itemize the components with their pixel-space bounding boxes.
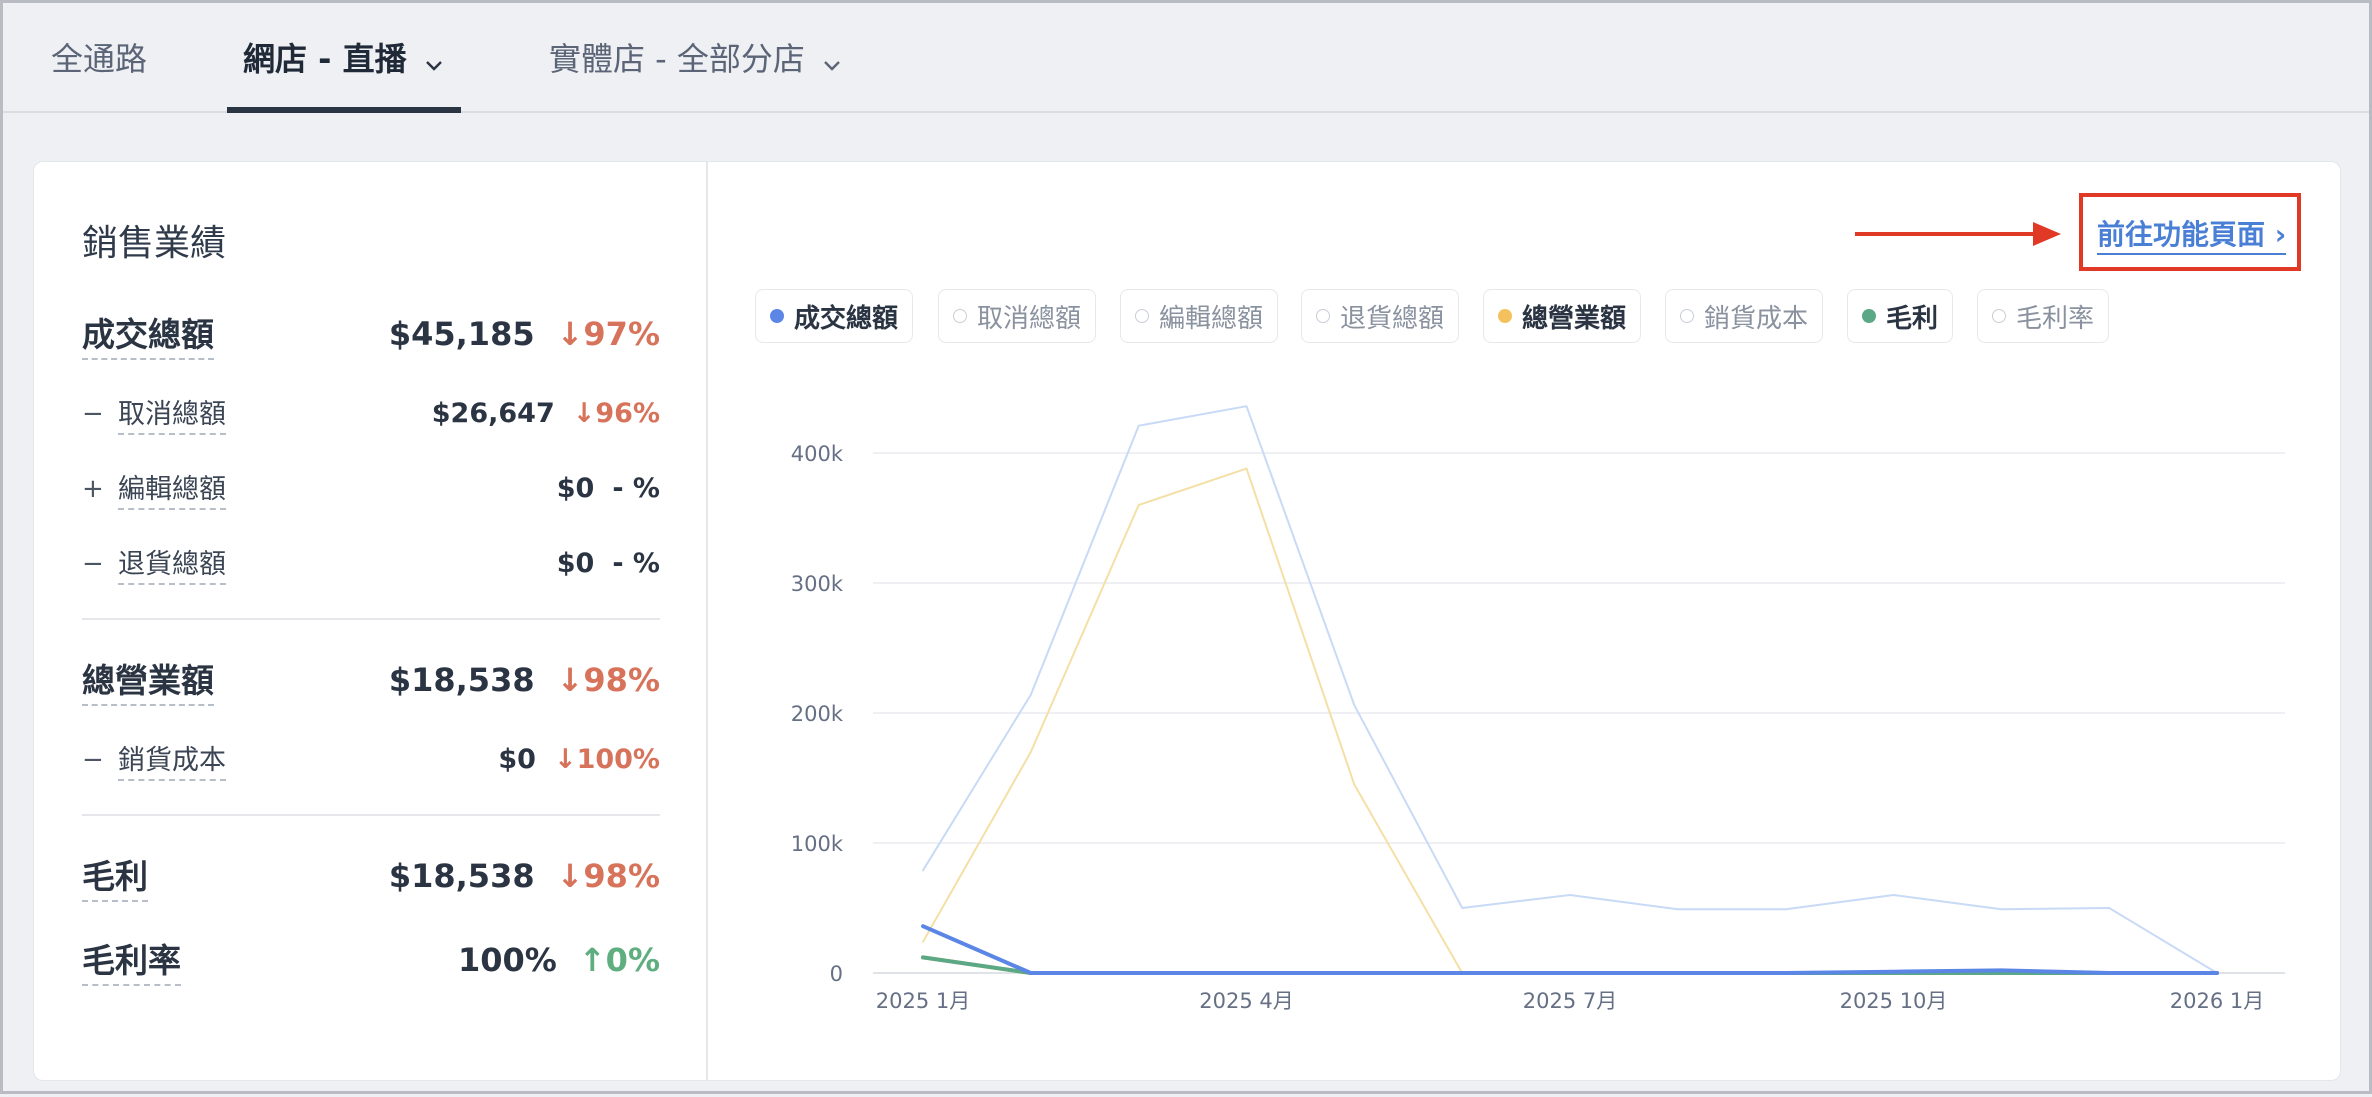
minus-sign: − <box>82 548 104 579</box>
legend-chip-gross-margin[interactable]: 毛利率 <box>1977 289 2110 343</box>
minus-sign: − <box>82 744 104 775</box>
metric-label[interactable]: 取消總額 <box>118 392 226 435</box>
legend-chip-cost-of-goods[interactable]: 銷貨成本 <box>1665 289 1824 343</box>
tab-physical-store-all-branches[interactable]: 實體店 - 全部分店 <box>549 3 843 111</box>
legend-dot-icon <box>1862 309 1876 323</box>
legend-chip-cancelled[interactable]: 取消總額 <box>938 289 1097 343</box>
tab-label: 網店 - 直播 <box>243 40 407 78</box>
legend-chip-gross-sales[interactable]: 成交總額 <box>755 289 914 343</box>
metric-change: ↓98% <box>556 857 660 895</box>
legend-chip-returns[interactable]: 退貨總額 <box>1301 289 1460 343</box>
metric-value: $18,538 <box>388 661 535 699</box>
legend-dot-icon <box>1992 309 2006 323</box>
metric-row-returns: − 退貨總額 $0 - % <box>82 542 660 585</box>
minus-sign: − <box>82 398 104 429</box>
metric-value: $18,538 <box>388 857 535 895</box>
go-to-feature-page-link[interactable]: 前往功能頁面 › <box>2097 213 2287 255</box>
legend-label: 退貨總額 <box>1340 303 1445 334</box>
metric-row-total-revenue: 總營業額 $18,538 ↓98% <box>82 654 660 706</box>
metric-value: $0 <box>556 473 595 504</box>
divider <box>82 618 660 620</box>
metric-change: - % <box>612 548 660 579</box>
metric-row-cost-of-goods: − 銷貨成本 $0 ↓100% <box>82 738 660 781</box>
metric-change: ↓97% <box>556 315 660 353</box>
metric-change: ↓100% <box>553 744 660 775</box>
legend-dot-icon <box>1680 309 1694 323</box>
metric-label[interactable]: 毛利 <box>82 850 148 902</box>
legend-chip-edited[interactable]: 編輯總額 <box>1120 289 1279 343</box>
metric-value: $0 <box>498 744 536 775</box>
tab-label: 實體店 - 全部分店 <box>549 40 805 78</box>
legend-dot-icon <box>1498 309 1512 323</box>
tab-label: 全通路 <box>51 40 148 78</box>
legend-label: 編輯總額 <box>1159 303 1264 334</box>
metric-label[interactable]: 退貨總額 <box>118 542 226 585</box>
metric-label[interactable]: 總營業額 <box>82 654 214 706</box>
tab-online-store-live[interactable]: 網店 - 直播 <box>227 3 461 113</box>
divider <box>82 814 660 816</box>
metric-row-cancelled: − 取消總額 $26,647 ↓96% <box>82 392 660 435</box>
metric-row-gross-sales: 成交總額 $45,185 ↓97% <box>82 308 660 360</box>
metric-change: ↑0% <box>578 941 660 979</box>
metric-change: - % <box>612 473 660 504</box>
panel-title: 銷售業績 <box>82 223 227 264</box>
metric-label[interactable]: 銷貨成本 <box>118 738 226 781</box>
tab-all-channels[interactable]: 全通路 <box>51 3 147 111</box>
legend-dot-icon <box>1135 309 1149 323</box>
legend-dot-icon <box>953 309 967 323</box>
legend-label: 銷貨成本 <box>1704 303 1809 334</box>
legend-label: 毛利率 <box>2016 303 2095 334</box>
chevron-down-icon <box>423 46 445 71</box>
metric-label[interactable]: 成交總額 <box>82 308 214 360</box>
legend-label: 毛利 <box>1886 303 1939 334</box>
legend-label: 取消總額 <box>977 303 1082 334</box>
sales-summary-panel: 銷售業績 成交總額 $45,185 ↓97% − 取消總額 $26,647 ↓9… <box>34 162 708 1080</box>
metric-change: ↓98% <box>556 661 660 699</box>
metric-value: $0 <box>556 548 595 579</box>
metric-label[interactable]: 毛利率 <box>82 934 181 986</box>
metric-row-edited: + 編輯總額 $0 - % <box>82 467 660 510</box>
legend-label: 成交總額 <box>794 303 899 334</box>
channel-tab-bar: 全通路 網店 - 直播 實體店 - 全部分店 <box>3 3 2369 113</box>
metric-row-gross-profit: 毛利 $18,538 ↓98% <box>82 850 660 902</box>
legend-label: 總營業額 <box>1522 303 1627 334</box>
legend-dot-icon <box>770 309 784 323</box>
plus-sign: + <box>82 473 104 504</box>
metric-value: 100% <box>458 941 557 979</box>
metric-label[interactable]: 編輯總額 <box>118 467 226 510</box>
legend-dot-icon <box>1316 309 1330 323</box>
legend-chip-total-revenue[interactable]: 總營業額 <box>1483 289 1642 343</box>
chevron-down-icon <box>821 46 843 71</box>
metric-row-gross-margin: 毛利率 100% ↑0% <box>82 934 660 986</box>
legend-chip-gross-profit[interactable]: 毛利 <box>1847 289 1954 343</box>
metric-change: ↓96% <box>572 398 660 429</box>
metric-value: $26,647 <box>431 398 555 429</box>
metric-value: $45,185 <box>388 315 535 353</box>
annotation-arrow-icon <box>1855 222 2061 246</box>
